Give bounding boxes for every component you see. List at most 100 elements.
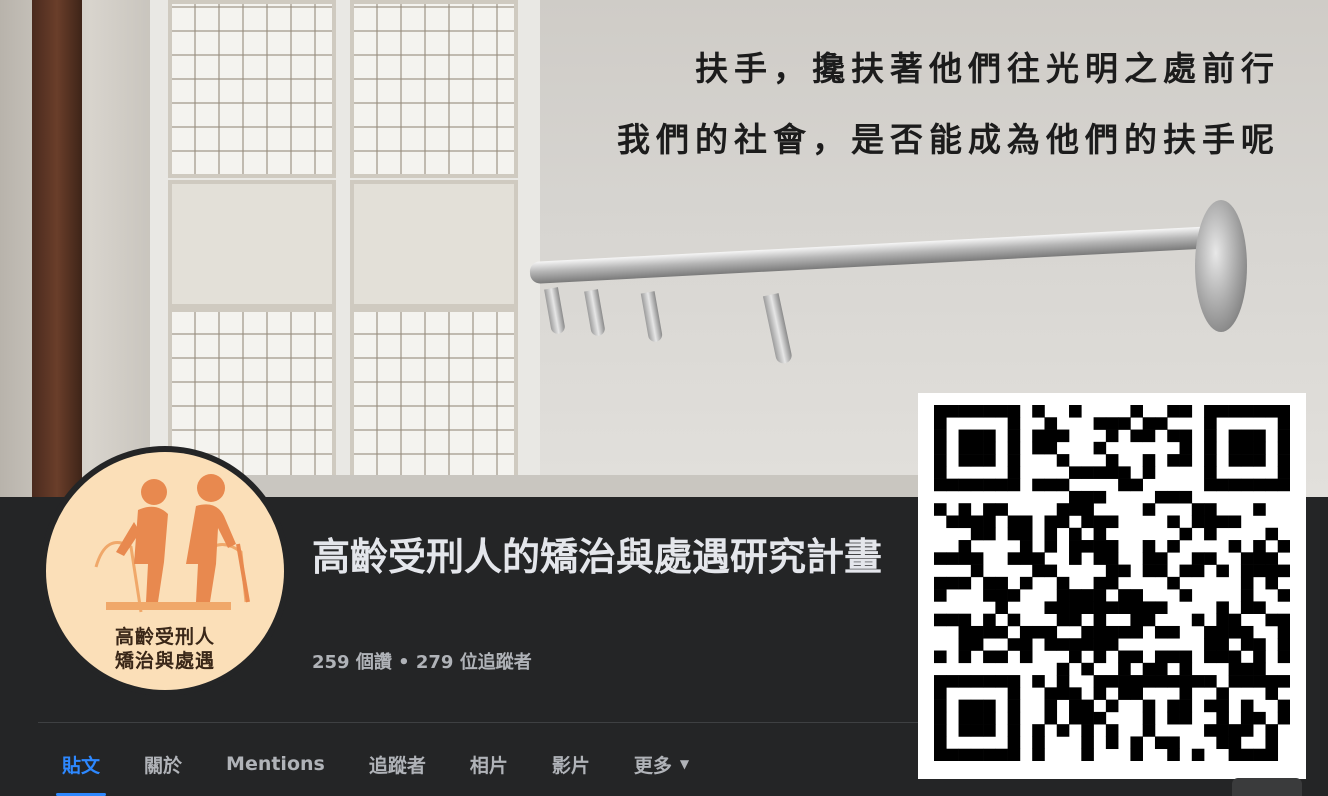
qr-module [958, 429, 972, 443]
qr-module [1240, 638, 1254, 651]
qr-module [1105, 638, 1119, 651]
qr-module [1019, 576, 1033, 590]
qr-module [1032, 552, 1045, 565]
qr-module [1105, 576, 1119, 590]
qr-module [1216, 564, 1229, 578]
qr-module [1142, 552, 1156, 565]
qr-module [1228, 748, 1242, 761]
qr-module [1081, 466, 1094, 479]
qr-module [1179, 589, 1193, 602]
profile-avatar[interactable]: 高齡受刑人 矯治與處遇 [40, 446, 290, 696]
qr-module [1228, 736, 1242, 750]
qr-module [1081, 625, 1094, 639]
qr-module [958, 675, 972, 688]
qr-module [1240, 625, 1254, 639]
qr-module [1056, 478, 1070, 492]
tab-videos[interactable]: 影片 [530, 732, 612, 796]
qr-module [1167, 699, 1180, 713]
qr-module [1253, 478, 1266, 492]
qr-module [1179, 429, 1193, 443]
qr-module [1056, 662, 1070, 676]
qr-module [958, 540, 972, 553]
qr-module [1044, 515, 1058, 529]
qr-module [934, 417, 947, 430]
qr-module [1044, 478, 1058, 492]
qr-module [970, 625, 984, 639]
avatar-logo: 高齡受刑人 矯治與處遇 [46, 452, 284, 690]
tab-posts[interactable]: 貼文 [40, 732, 122, 796]
page-tabs: 貼文 關於 Mentions 追蹤者 相片 影片 更多 ▼ [40, 732, 711, 796]
qr-module [1167, 711, 1180, 725]
qr-module [1179, 527, 1193, 541]
qr-module [1240, 552, 1254, 565]
qr-module [1056, 429, 1070, 443]
qr-module [1044, 540, 1058, 553]
qr-module [995, 503, 1008, 516]
qr-module [934, 711, 947, 725]
qr-module [1044, 687, 1058, 700]
qr-module [958, 711, 972, 725]
qr-module [1019, 527, 1033, 541]
qr-module [1044, 417, 1058, 430]
qr-module [1007, 687, 1021, 700]
qr-module [1253, 454, 1266, 467]
qr-module [1240, 748, 1254, 761]
corner-action-button[interactable] [1232, 778, 1302, 796]
qr-module [934, 429, 947, 443]
qr-module [1191, 515, 1205, 529]
qr-module [1093, 540, 1107, 553]
qr-module [934, 699, 947, 713]
qr-module [1191, 503, 1205, 516]
qr-module [1130, 405, 1143, 418]
qr-module [1265, 736, 1279, 750]
qr-module [1105, 417, 1119, 430]
qr-module [1179, 662, 1193, 676]
qr-module [1142, 540, 1156, 553]
qr-module [1093, 601, 1107, 614]
qr-module [983, 650, 996, 664]
qr-module [1044, 625, 1058, 639]
qr-module [1277, 405, 1290, 418]
qr-module [1216, 687, 1229, 700]
qr-module [934, 736, 947, 750]
qr-module [1179, 441, 1193, 455]
qr-module [1277, 650, 1290, 664]
tab-about[interactable]: 關於 [122, 732, 204, 796]
qr-module [1204, 625, 1217, 639]
tab-followers[interactable]: 追蹤者 [347, 732, 448, 796]
qr-module [995, 625, 1008, 639]
qr-module [1167, 748, 1180, 761]
cover-gate [150, 0, 546, 481]
qr-module [1105, 699, 1119, 713]
qr-module [1044, 601, 1058, 614]
qr-module [1253, 429, 1266, 443]
qr-code-image [934, 405, 1290, 761]
qr-module [1154, 650, 1168, 664]
qr-module [1093, 527, 1107, 541]
tab-mentions[interactable]: Mentions [204, 732, 347, 796]
qr-module [1265, 687, 1279, 700]
qr-module [1154, 564, 1168, 578]
qr-module [1069, 699, 1082, 713]
qr-module [1204, 454, 1217, 467]
qr-module [934, 613, 947, 627]
qr-module [1007, 527, 1021, 541]
qr-module [1240, 429, 1254, 443]
qr-module [934, 503, 947, 516]
qr-module [1216, 724, 1229, 737]
qr-module [1204, 503, 1217, 516]
qr-module [1240, 405, 1254, 418]
qr-module [995, 478, 1008, 492]
qr-module [1277, 699, 1290, 713]
qr-module [1081, 589, 1094, 602]
qr-module [1179, 687, 1193, 700]
qr-module [946, 405, 959, 418]
page-stats[interactable]: 259 個讚 • 279 位追蹤者 [312, 648, 532, 674]
qr-module [1277, 711, 1290, 725]
tab-more[interactable]: 更多 ▼ [612, 732, 711, 796]
tab-photos[interactable]: 相片 [448, 732, 530, 796]
qr-module [934, 724, 947, 737]
qr-module [1142, 454, 1156, 467]
qr-module [1253, 711, 1266, 725]
qr-module [1007, 613, 1021, 627]
